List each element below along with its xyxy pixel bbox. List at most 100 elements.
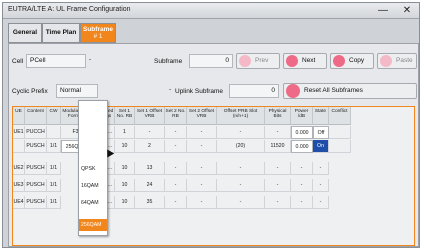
dropdown-option-16qam[interactable]: 16QAM <box>79 180 107 192</box>
col-content: Content <box>25 107 47 125</box>
tab-time-plan[interactable]: Time Plan <box>42 23 80 43</box>
cell-physical-bits: 11520 <box>265 140 291 153</box>
cell-state[interactable]: Off <box>313 126 329 139</box>
col-set1-rb: Set 1 No. RB <box>115 107 135 125</box>
cell-power[interactable]: 0.000 <box>291 140 313 153</box>
copy-button[interactable]: Copy <box>330 53 374 69</box>
paste-label: Paste <box>396 57 413 64</box>
cell-power[interactable]: 0.000 <box>291 126 313 139</box>
close-button[interactable]: ✕ <box>397 4 417 18</box>
cell-offset-prb: - <box>217 179 265 192</box>
paste-button[interactable]: Paste <box>377 53 417 69</box>
tab-general[interactable]: General <box>8 23 42 43</box>
cell-set1-offset[interactable]: 13 <box>135 162 165 175</box>
reset-all-button[interactable]: Reset All Subframes <box>283 83 417 99</box>
cell-cw <box>47 126 61 139</box>
cell-ue: UE4 <box>13 196 25 209</box>
dropdown-option-256qam[interactable]: 256QAM <box>79 219 107 231</box>
col-set2-rb: Set 2 No. RB <box>165 107 187 125</box>
cell-power: - <box>291 179 313 192</box>
col-physical-bits: Physical Bits <box>265 107 291 125</box>
cyclic-prefix-select[interactable]: Normal <box>56 84 98 98</box>
cell-content[interactable]: PUSCH <box>25 179 47 192</box>
tab-subframe-number: # 1 <box>93 33 103 40</box>
col-state: State <box>313 107 329 125</box>
col-set2-offset: Set 2 Offset VRB <box>187 107 217 125</box>
cell-set1-rb[interactable]: 10 <box>115 196 135 209</box>
cell-conflict <box>329 126 351 139</box>
tab-subframe-label: Subframe <box>83 26 113 33</box>
cell-ue: UE1 <box>13 126 25 139</box>
next-label: Next <box>302 57 316 64</box>
cell-set1-offset[interactable]: 2 <box>135 140 165 153</box>
tab-subframe[interactable]: Subframe # 1 <box>80 23 116 43</box>
cell-ue <box>13 140 25 153</box>
reset-all-label: Reset All Subframes <box>304 87 363 94</box>
cell-separator: - <box>89 56 92 63</box>
cell-state: - <box>313 196 329 209</box>
cell-content[interactable]: PUSCH <box>25 162 47 175</box>
cell-state: - <box>313 162 329 175</box>
cell-state-on[interactable]: On <box>313 140 329 153</box>
prev-button[interactable]: Prev <box>236 53 280 69</box>
cell-set1-offset[interactable]: 24 <box>135 179 165 192</box>
cell-select[interactable]: PCell <box>26 54 86 68</box>
cell-power: - <box>291 196 313 209</box>
uplink-subframe-label: Uplink Subframe <box>175 88 224 95</box>
cell-physical-bits: - <box>265 179 291 192</box>
cell-set2-rb: - <box>165 196 187 209</box>
subframe-label: Subframe <box>154 58 183 65</box>
title-bar: EUTRA/LTE A: UL Frame Configuration — ✕ <box>3 3 419 19</box>
next-icon <box>286 55 298 67</box>
cell-content[interactable]: PUSCH <box>25 196 47 209</box>
copy-icon <box>333 55 345 67</box>
cell-set2-offset: - <box>187 140 217 153</box>
cell-ue: UE2 <box>13 162 25 175</box>
cyclic-prefix-label: Cyclic Prefix <box>12 88 48 95</box>
col-offset-prb: Offset PRB Slot (n/n+1) <box>217 107 265 125</box>
next-button[interactable]: Next <box>283 53 327 69</box>
cell-set2-offset: - <box>187 179 217 192</box>
col-set1-offset: Set 1 Offset VRB <box>135 107 165 125</box>
prev-icon <box>239 55 251 67</box>
cell-physical-bits: - <box>265 196 291 209</box>
cell-set2-offset: - <box>187 196 217 209</box>
uplink-subframe-value: 0 <box>229 84 279 98</box>
cell-set2-rb: - <box>165 162 187 175</box>
cell-set1-offset[interactable]: 35 <box>135 196 165 209</box>
cell-cw: 1/1 <box>47 162 61 175</box>
cell-offset-prb: - <box>217 162 265 175</box>
dropdown-option-qpsk[interactable]: QPSK <box>79 163 107 175</box>
col-conflict: Conflict <box>329 107 351 125</box>
frame-config-window: EUTRA/LTE A: UL Frame Configuration — ✕ … <box>2 2 420 248</box>
cell-state: - <box>313 179 329 192</box>
cell-set2-offset: - <box>187 162 217 175</box>
minimize-button[interactable]: — <box>373 4 393 18</box>
cell-content[interactable]: PUSCH <box>25 140 47 153</box>
cell-set1-rb[interactable]: 1 <box>115 126 135 139</box>
window-title: EUTRA/LTE A: UL Frame Configuration <box>8 6 131 13</box>
col-power: Power /dB <box>291 107 313 125</box>
cell-content[interactable]: PUCCH <box>25 126 47 139</box>
subframe-input[interactable]: 0 <box>189 54 233 68</box>
cell-physical-bits: - <box>265 126 291 139</box>
paste-icon <box>380 55 392 67</box>
modulation-dropdown-list[interactable]: QPSK 16QAM 64QAM 256QAM <box>78 100 108 236</box>
cell-label: Cell <box>12 58 24 65</box>
cell-cw: 1/1 <box>47 179 61 192</box>
cell-set1-offset[interactable]: - <box>135 126 165 139</box>
cell-ue: UE3 <box>13 179 25 192</box>
cell-offset-prb: (20) <box>217 140 265 153</box>
cell-offset-prb: - <box>217 126 265 139</box>
copy-label: Copy <box>349 57 365 64</box>
cell-set1-rb[interactable]: 10 <box>115 179 135 192</box>
dropdown-option-64qam[interactable]: 64QAM <box>79 197 107 209</box>
cell-conflict <box>329 140 351 153</box>
cell-set1-rb[interactable]: 10 <box>115 140 135 153</box>
cell-physical-bits: - <box>265 162 291 175</box>
col-cw: CW <box>47 107 61 125</box>
uplink-separator: - <box>169 86 172 93</box>
cell-cw: 1/1 <box>47 196 61 209</box>
cell-set2-rb: - <box>165 126 187 139</box>
cell-set1-rb[interactable]: 10 <box>115 162 135 175</box>
